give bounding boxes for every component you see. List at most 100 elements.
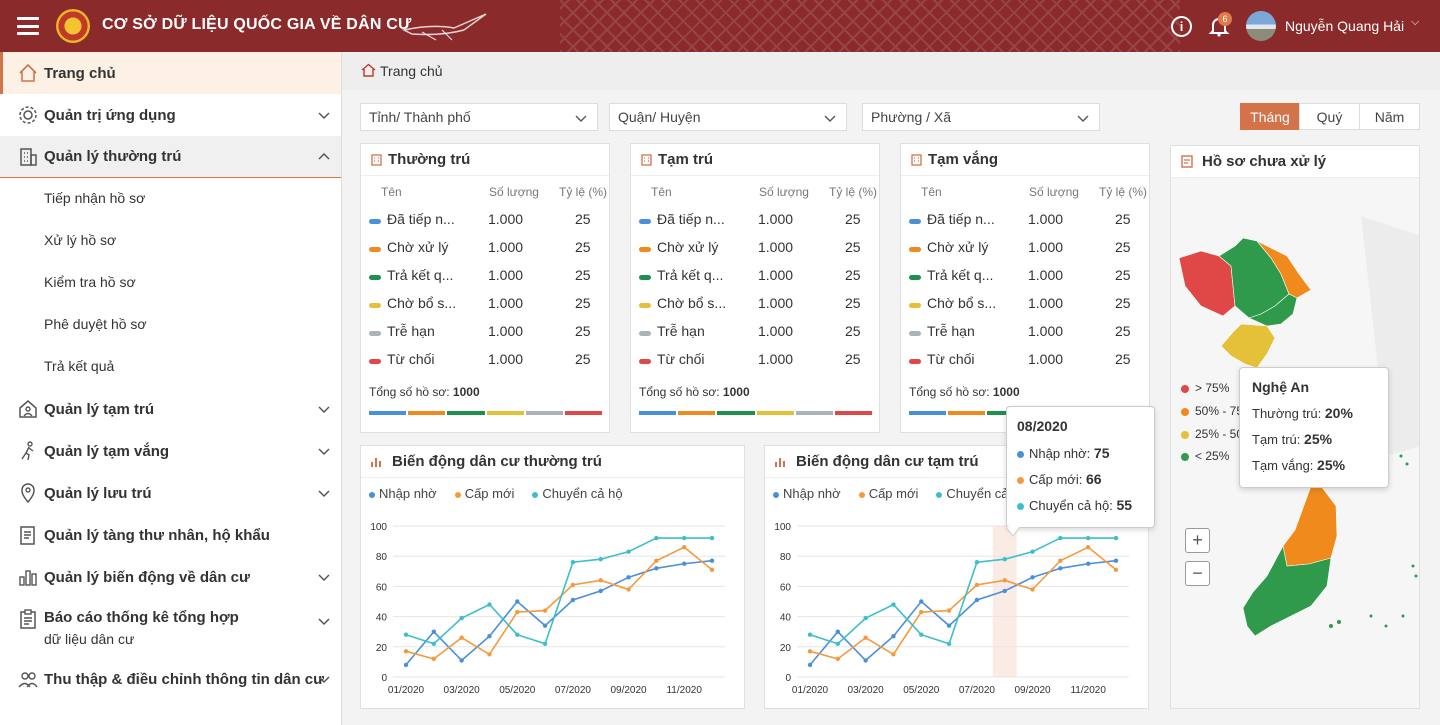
building-icon [911,154,922,166]
avatar[interactable] [1246,11,1276,41]
submenu-item-process[interactable]: Xử lý hồ sơ [44,232,116,248]
table-row[interactable]: Đã tiếp n... 1.000 25 [631,211,879,239]
y-tick-label: 60 [376,582,388,593]
table-row[interactable]: Trả kết q... 1.000 25 [361,267,609,295]
chevron-down-icon [318,448,330,456]
building-icon [371,154,382,166]
data-point [431,641,437,646]
table-row[interactable]: Chờ bổ s... 1.000 25 [631,295,879,323]
menu-icon[interactable] [17,17,39,35]
home-icon[interactable] [361,63,376,78]
series-line [809,559,1117,666]
data-point [1058,566,1063,571]
submenu-item-return[interactable]: Trả kết quả [44,358,114,374]
sidebar-item-permanent[interactable]: Quản lý thường trú [0,136,341,178]
row-name: Đã tiếp n... [657,211,725,227]
table-row[interactable]: Đã tiếp n... 1.000 25 [901,211,1149,239]
table-row[interactable]: Từ chối 1.000 25 [901,351,1149,379]
sidebar-item-temporary[interactable]: Quản lý tạm trú [0,388,341,430]
data-point [1002,557,1007,562]
sidebar-item-home[interactable]: Trang chủ [0,52,341,94]
walking-icon [21,441,34,461]
table-row[interactable]: Từ chối 1.000 25 [361,351,609,379]
progress-segment [909,411,947,415]
data-point [863,635,868,640]
period-quarter-button[interactable]: Quý [1299,103,1360,130]
status-dot [909,303,921,308]
document-icon [20,526,35,545]
user-name[interactable]: Nguyễn Quang Hải [1285,18,1404,34]
total-count: Tổng số hồ sơ: 1000 [909,385,1020,399]
table-row[interactable]: Chờ xử lý 1.000 25 [361,239,609,267]
sidebar-item-label: Quản lý tàng thư nhân, hộ khẩu [44,526,270,544]
tooltip-line: Thường trú: 20% [1252,405,1353,421]
submenu-item-check[interactable]: Kiểm tra hồ sơ [44,274,136,290]
data-point [919,609,924,615]
data-point [459,635,464,640]
period-month-button[interactable]: Tháng [1240,103,1300,130]
absence-status-card: Tạm vắng Tên Số lượng Tỷ lệ (%) Đã tiếp n...… [900,143,1150,433]
data-point [542,608,548,613]
sidebar-item-collect[interactable]: Thu thập & điều chỉnh thông tin dân cư [0,658,341,700]
row-name: Chờ bổ s... [657,295,727,311]
chevron-down-icon[interactable]: ⌵ [1411,16,1419,29]
breadcrumb-label[interactable]: Trang chủ [380,63,443,79]
table-row[interactable]: Trả kết q... 1.000 25 [901,267,1149,295]
sidebar-item-archive[interactable]: Quản lý tàng thư nhân, hộ khẩu [0,514,341,556]
sidebar-item-changes[interactable]: Quản lý biến động về dân cư [0,556,341,598]
data-point [835,629,841,634]
row-percent: 25 [845,211,861,227]
data-point [626,587,631,592]
row-percent: 25 [575,351,591,367]
x-tick-label: 03/2020 [848,685,885,696]
permanent-status-card: Thường trú Tên Số lượng Tỷ lệ (%) Đã tiếp n.… [360,143,610,433]
row-quantity: 1.000 [1028,267,1064,283]
permanent-line-chart[interactable]: 0 20 40 60 80 100 01/2020 03/2020 05/2020 07/2020… [361,446,746,710]
row-quantity: 1.000 [488,211,524,227]
progress-segment [795,411,833,415]
zoom-in-button[interactable]: + [1185,528,1210,553]
column-header: Tỷ lệ (%) [829,185,877,199]
submenu-item-approve[interactable]: Phê duyệt hồ sơ [44,316,147,332]
y-tick-label: 100 [774,522,791,533]
sidebar-item-reports[interactable]: Báo cáo thống kê tổng hợp dữ liệu dân cư [0,598,341,660]
table-row[interactable]: Chờ xử lý 1.000 25 [631,239,879,267]
submenu-item-receive[interactable]: Tiếp nhận hồ sơ [44,190,145,206]
table-row[interactable]: Trễ hạn 1.000 25 [901,323,1149,351]
data-point [431,629,437,634]
card-title: Tạm vắng [928,151,999,168]
province-select[interactable]: Tỉnh/ Thành phố [360,103,598,131]
data-point [1058,558,1063,563]
data-point [1030,549,1035,554]
table-row[interactable]: Đã tiếp n... 1.000 25 [361,211,609,239]
table-row[interactable]: Trả kết q... 1.000 25 [631,267,879,295]
district-select[interactable]: Quận/ Huyện [609,103,847,131]
table-row[interactable]: Từ chối 1.000 25 [631,351,879,379]
table-row[interactable]: Trễ hạn 1.000 25 [361,323,609,351]
table-row[interactable]: Trễ hạn 1.000 25 [631,323,879,351]
zoom-out-button[interactable]: − [1185,561,1210,586]
row-quantity: 1.000 [1028,211,1064,227]
sidebar-item-label: Báo cáo thống kê tổng hợp [44,609,239,626]
table-row[interactable]: Chờ xử lý 1.000 25 [901,239,1149,267]
sidebar: Trang chủ Quản trị ứng dụng Quản lý thườ… [0,52,342,725]
row-name: Trả kết q... [927,267,994,283]
sidebar-item-absence[interactable]: Quản lý tạm vắng [0,430,341,472]
sidebar-item-stay[interactable]: Quản lý lưu trú [0,472,341,514]
app-title: CƠ SỞ DỮ LIỆU QUỐC GIA VỀ DÂN CƯ [102,16,412,33]
sidebar-item-label: Quản lý tạm trú [44,400,155,418]
column-header: Tên [921,185,942,199]
status-dot [639,359,651,364]
sidebar-item-app-admin[interactable]: Quản trị ứng dụng [0,94,341,136]
row-percent: 25 [1115,267,1131,283]
table-row[interactable]: Chờ bổ s... 1.000 25 [361,295,609,323]
row-quantity: 1.000 [758,267,794,283]
series-line [809,537,1116,645]
info-icon[interactable]: i [1171,16,1192,37]
data-point [654,558,659,563]
table-row[interactable]: Chờ bổ s... 1.000 25 [901,295,1149,323]
row-percent: 25 [845,351,861,367]
ward-select[interactable]: Phường / Xã [862,103,1100,131]
period-year-button[interactable]: Năm [1359,103,1420,130]
chevron-up-icon [318,152,330,160]
